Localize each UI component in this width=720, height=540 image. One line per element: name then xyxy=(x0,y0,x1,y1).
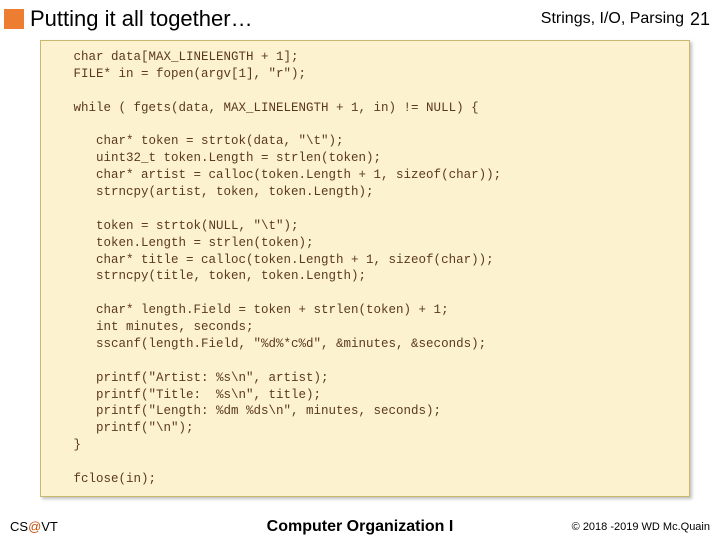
slide-footer: CS@VT Computer Organization I © 2018 -20… xyxy=(0,519,720,534)
accent-square-icon xyxy=(4,9,24,29)
at-sign-icon: @ xyxy=(28,519,41,534)
slide-page-number: 21 xyxy=(690,9,710,30)
footer-affiliation: CS@VT xyxy=(10,519,58,534)
slide-topic: Strings, I/O, Parsing xyxy=(541,10,684,28)
footer-affiliation-prefix: CS xyxy=(10,519,28,534)
footer-affiliation-suffix: VT xyxy=(41,519,58,534)
code-listing: char data[MAX_LINELENGTH + 1]; FILE* in … xyxy=(40,40,690,497)
slide-header: Putting it all together… Strings, I/O, P… xyxy=(0,0,720,36)
slide-title: Putting it all together… xyxy=(30,6,541,32)
footer-course-title: Computer Organization I xyxy=(267,518,454,536)
footer-copyright: © 2018 -2019 WD Mc.Quain xyxy=(572,521,710,533)
